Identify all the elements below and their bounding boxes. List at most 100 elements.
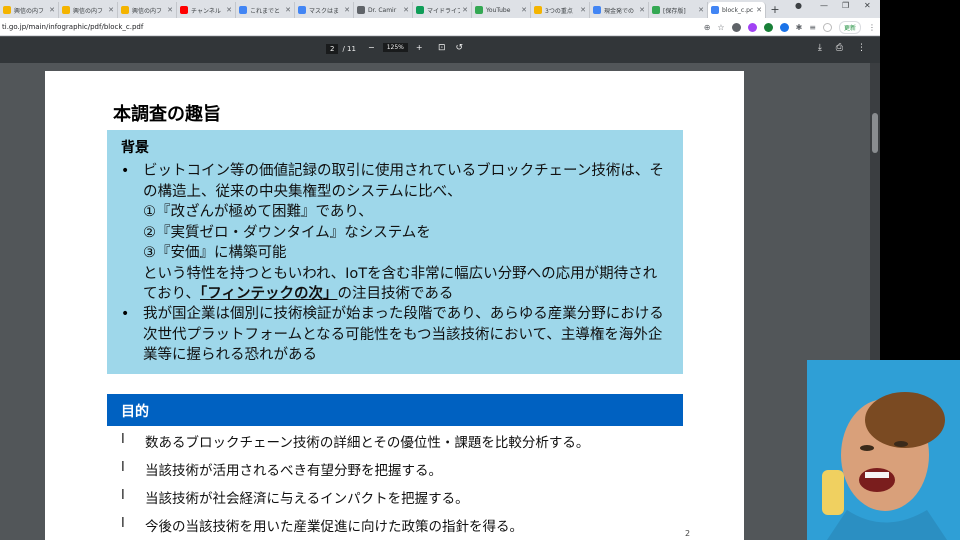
- update-button[interactable]: 更新: [838, 20, 861, 34]
- browser-tab[interactable]: これまでと ✕: [236, 2, 295, 18]
- tab-close-icon[interactable]: ✕: [344, 6, 350, 14]
- tab-close-icon[interactable]: ✕: [403, 6, 409, 14]
- feature-line-3: ③『安価』に構築可能: [143, 245, 287, 261]
- puzzle-extensions-icon[interactable]: ✱: [796, 23, 803, 32]
- tab-label: YouTube: [486, 6, 511, 14]
- extension-icon[interactable]: [763, 22, 773, 32]
- page-number-input[interactable]: 2: [326, 44, 339, 54]
- purpose-text: 数あるブロックチェーン技術の詳細とその優位性・課題を比較分析する。: [145, 435, 590, 451]
- bullet-1-conclusion: という特性を持つともいわれ、IoTを含む非常に幅広い分野への応用が期待されており…: [143, 264, 668, 305]
- bullet-dot: •: [121, 163, 130, 179]
- browser-tab[interactable]: [保存版] ✕: [649, 2, 708, 18]
- tab-close-icon[interactable]: ✕: [167, 6, 173, 14]
- tab-close-icon[interactable]: ✕: [698, 6, 704, 14]
- tab-favicon-icon: [534, 6, 542, 14]
- tab-label: Dr. Camir: [368, 6, 397, 14]
- tab-label: 興信の内フ: [132, 7, 163, 15]
- list-marker: l: [121, 459, 125, 475]
- tab-favicon-icon: [180, 6, 188, 14]
- rotate-icon[interactable]: ↺: [456, 43, 464, 53]
- close-window-icon[interactable]: ✕: [864, 1, 871, 10]
- browser-tab[interactable]: 現金発での ✕: [590, 2, 649, 18]
- bullet-dot: •: [121, 306, 130, 322]
- tab-favicon-icon: [121, 6, 129, 14]
- browser-tab[interactable]: 興信の内フ ✕: [118, 2, 177, 18]
- download-icon[interactable]: ⤓: [818, 43, 822, 53]
- view-controls: ⊡ ↺: [438, 43, 463, 53]
- tab-label: これまでと: [250, 7, 281, 15]
- zoom-icon[interactable]: ⊕: [704, 23, 711, 32]
- zoom-in-icon[interactable]: +: [416, 43, 423, 52]
- new-tab-button[interactable]: +: [766, 2, 784, 18]
- page-number: 2: [685, 529, 691, 538]
- tab-label: マイドライブ: [427, 7, 461, 15]
- background-title: 背景: [121, 140, 149, 156]
- tab-close-icon[interactable]: ✕: [108, 6, 114, 14]
- purpose-text: 当該技術が活用されるべき有望分野を把握する。: [145, 463, 442, 479]
- browser-tab[interactable]: Dr. Camir ✕: [354, 2, 413, 18]
- browser-window: 興信の内フ ✕ 興信の内フ ✕ 興信の内フ ✕ チャンネル ✕ これまでと ✕ マスクはま ✕ Dr. …: [0, 0, 880, 540]
- tab-favicon-icon: [416, 6, 424, 14]
- purpose-text: 当該技術が社会経済に与えるインパクトを把握する。: [145, 491, 469, 507]
- tab-close-icon[interactable]: ✕: [580, 6, 586, 14]
- browser-tab[interactable]: マイドライブ ✕: [413, 2, 472, 18]
- tab-close-icon[interactable]: ✕: [521, 6, 527, 14]
- maximize-icon[interactable]: ❐: [842, 1, 849, 10]
- list-marker: l: [121, 431, 125, 447]
- tab-close-icon[interactable]: ✕: [639, 6, 645, 14]
- scrollbar-thumb[interactable]: [872, 113, 878, 153]
- tab-favicon-icon: [475, 6, 483, 14]
- media-icon[interactable]: ≡: [809, 23, 816, 32]
- zoom-level[interactable]: 125%: [382, 43, 408, 52]
- minimize-icon[interactable]: —: [820, 1, 828, 10]
- tab-favicon-icon: [593, 6, 601, 14]
- avatar[interactable]: [822, 22, 832, 32]
- bullet-text-2: 我が国企業は個別に技術検証が始まった段階であり、あらゆる産業分野における次世代プ…: [143, 306, 664, 363]
- address-bar[interactable]: ti.go.jp/main/infographic/pdf/block_c.pd…: [0, 18, 880, 36]
- tab-favicon-icon: [652, 6, 660, 14]
- bookmark-star-icon[interactable]: ☆: [717, 23, 724, 32]
- feature-line-2: ②『実質ゼロ・ダウンタイム』なシステムを: [143, 224, 431, 241]
- menu-icon[interactable]: ⋮: [868, 23, 876, 32]
- toolbar-icons: ⊕ ☆ ✱ ≡ 更新 ⋮: [704, 20, 876, 34]
- tab-close-icon[interactable]: ✕: [49, 6, 55, 14]
- tab-close-icon[interactable]: ✕: [226, 6, 232, 14]
- zoom-controls: − 125% +: [368, 43, 423, 52]
- more-icon[interactable]: ⋮: [857, 43, 866, 53]
- tab-close-icon[interactable]: ✕: [756, 6, 762, 14]
- list-marker: l: [121, 515, 125, 531]
- browser-tab[interactable]: 興信の内フ ✕: [59, 2, 118, 18]
- tab-favicon-icon: [711, 6, 719, 14]
- browser-tab[interactable]: マスクはま ✕: [295, 2, 354, 18]
- tab-favicon-icon: [239, 6, 247, 14]
- tab-close-icon[interactable]: ✕: [285, 6, 291, 14]
- extension-icon[interactable]: [747, 22, 757, 32]
- page-title: 本調査の趣旨: [113, 104, 221, 125]
- page-indicator: 2 / 11: [326, 44, 356, 54]
- browser-tab[interactable]: チャンネル ✕: [177, 2, 236, 18]
- bullet-1-intro: ビットコイン等の価値記録の取引に使用されているブロックチェーン技術は、その構造上…: [143, 163, 664, 200]
- bullet-text-1: ビットコイン等の価値記録の取引に使用されているブロックチェーン技術は、その構造上…: [143, 161, 668, 305]
- zoom-out-icon[interactable]: −: [368, 43, 375, 52]
- fit-page-icon[interactable]: ⊡: [438, 43, 446, 53]
- browser-tab[interactable]: YouTube ✕: [472, 2, 531, 18]
- tab-label: [保存版]: [663, 7, 686, 15]
- tab-strip: 興信の内フ ✕ 興信の内フ ✕ 興信の内フ ✕ チャンネル ✕ これまでと ✕ マスクはま ✕ Dr. …: [0, 0, 880, 18]
- browser-tab[interactable]: block_c.pc ✕: [708, 2, 766, 18]
- browser-tab[interactable]: 興信の内フ ✕: [0, 2, 59, 18]
- url-text[interactable]: ti.go.jp/main/infographic/pdf/block_c.pd…: [2, 23, 143, 31]
- tab-favicon-icon: [298, 6, 306, 14]
- purpose-title: 目的: [121, 404, 149, 420]
- print-icon[interactable]: ⎙: [836, 43, 843, 53]
- webcam-overlay: [807, 360, 960, 540]
- pdf-toolbar: 2 / 11 − 125% + ⊡ ↺ ⤓ ⎙ ⋮: [0, 37, 880, 63]
- tab-label: 興信の内フ: [73, 7, 104, 15]
- extension-icon[interactable]: [779, 22, 789, 32]
- browser-tab[interactable]: 3つの重点 ✕: [531, 2, 590, 18]
- list-marker: l: [121, 487, 125, 503]
- tab-close-icon[interactable]: ✕: [462, 6, 468, 14]
- extension-icon[interactable]: [731, 22, 741, 32]
- profile-icon[interactable]: ●: [795, 1, 802, 10]
- presenter-image: [822, 392, 947, 540]
- page-total: / 11: [342, 45, 356, 53]
